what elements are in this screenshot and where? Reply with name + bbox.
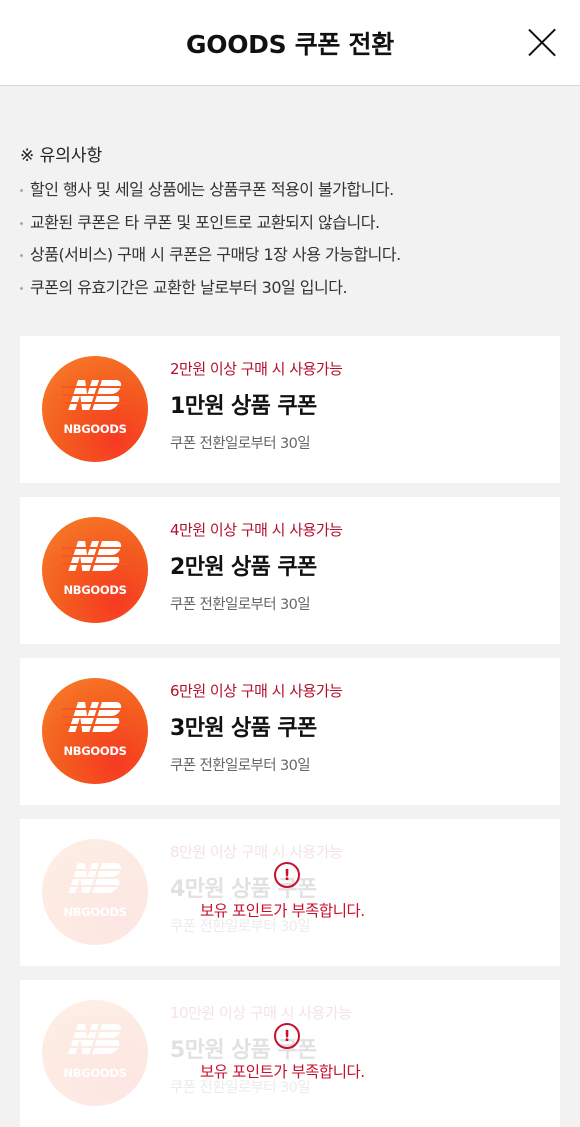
header: GOODS 쿠폰 전환 [0,0,580,86]
coupon-card[interactable]: NBGOODS 4만원 이상 구매 시 사용가능 2만원 상품 쿠폰 쿠폰 전환… [20,497,560,644]
logo-text: NBGOODS [63,1066,127,1080]
nb-goods-logo: NBGOODS [42,1000,148,1106]
coupon-condition: 2만원 이상 구매 시 사용가능 [170,360,343,378]
insufficient-points-message: 보유 포인트가 부족합니다. [200,1063,365,1081]
coupon-condition: 10만원 이상 구매 시 사용가능 [170,1004,352,1022]
logo-text: NBGOODS [63,422,127,436]
coupon-card[interactable]: NBGOODS 6만원 이상 구매 시 사용가능 3만원 상품 쿠폰 쿠폰 전환… [20,658,560,805]
warning-icon: ! [274,862,300,888]
nb-goods-logo: NBGOODS [42,839,148,945]
notice-item: 교환된 쿠폰은 타 쿠폰 및 포인트로 교환되지 않습니다. [20,207,560,240]
coupon-card[interactable]: NBGOODS 2만원 이상 구매 시 사용가능 1만원 상품 쿠폰 쿠폰 전환… [20,336,560,483]
notice-item: 할인 행사 및 세일 상품에는 상품쿠폰 적용이 불가합니다. [20,174,560,207]
notice-title: ※ 유의사항 [20,146,103,166]
coupon-card-disabled: NBGOODS 10만원 이상 구매 시 사용가능 5만원 상품 쿠폰 쿠폰 전… [20,980,560,1127]
coupon-card-disabled: NBGOODS 8만원 이상 구매 시 사용가능 4만원 상품 쿠폰 쿠폰 전환… [20,819,560,966]
nb-goods-logo: NBGOODS [42,517,148,623]
page-title: GOODS 쿠폰 전환 [186,30,394,59]
nb-logo-icon [62,863,128,893]
nb-logo-icon [62,380,128,410]
coupon-condition: 6만원 이상 구매 시 사용가능 [170,682,343,700]
coupon-condition: 8만원 이상 구매 시 사용가능 [170,843,343,861]
nb-goods-logo: NBGOODS [42,356,148,462]
nb-logo-icon [62,702,128,732]
coupon-name: 2만원 상품 쿠폰 [170,555,317,580]
nb-logo-icon [62,541,128,571]
warning-icon: ! [274,1023,300,1049]
nb-logo-icon [62,1024,128,1054]
logo-text: NBGOODS [63,744,127,758]
logo-text: NBGOODS [63,583,127,597]
logo-text: NBGOODS [63,905,127,919]
insufficient-points-message: 보유 포인트가 부족합니다. [200,902,365,920]
coupon-condition: 4만원 이상 구매 시 사용가능 [170,521,343,539]
notice-item: 쿠폰의 유효기간은 교환한 날로부터 30일 입니다. [20,272,560,305]
coupon-validity: 쿠폰 전환일로부터 30일 [170,758,311,774]
coupon-validity: 쿠폰 전환일로부터 30일 [170,597,311,613]
coupon-name: 3만원 상품 쿠폰 [170,716,317,741]
notice-item: 상품(서비스) 구매 시 쿠폰은 구매당 1장 사용 가능합니다. [20,239,560,272]
nb-goods-logo: NBGOODS [42,678,148,784]
coupon-validity: 쿠폰 전환일로부터 30일 [170,436,311,452]
close-icon[interactable] [522,24,562,60]
notice-section: ※ 유의사항 할인 행사 및 세일 상품에는 상품쿠폰 적용이 불가합니다. 교… [20,141,560,304]
coupon-name: 1만원 상품 쿠폰 [170,394,317,419]
